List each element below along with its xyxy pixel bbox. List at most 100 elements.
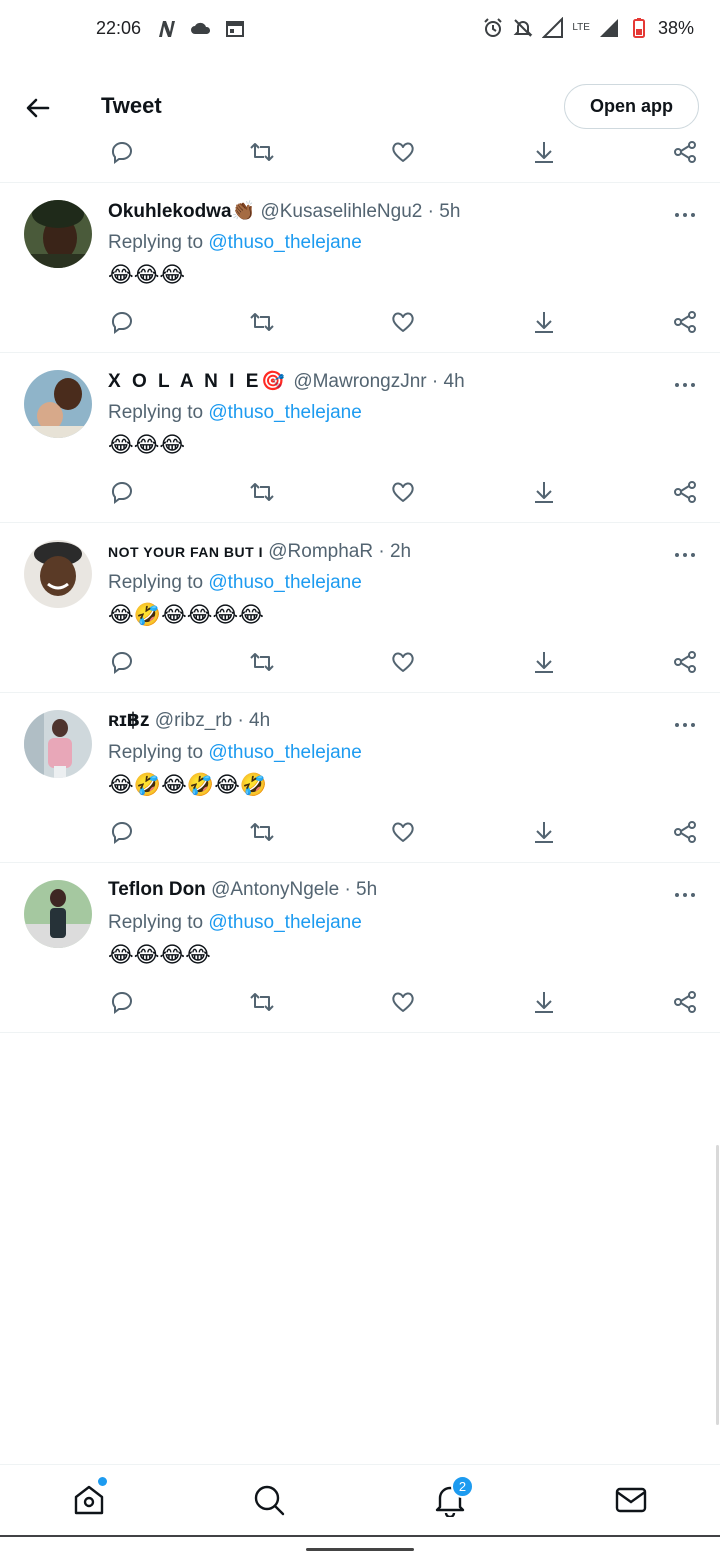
reply-tweet[interactable]: X O L A N I E🎯 @MawrongzJnr · 4h Replyin… (0, 352, 720, 522)
display-name[interactable]: NOT YOUR FAN BUT I (108, 544, 263, 560)
reply-icon[interactable] (108, 478, 136, 506)
mention-link[interactable]: @thuso_thelejane (208, 742, 361, 763)
user-handle[interactable]: @RomphaR (268, 541, 373, 562)
retweet-icon[interactable] (248, 988, 276, 1016)
retweet-icon[interactable] (248, 818, 276, 846)
user-handle[interactable]: @KusaselihleNgu2 (260, 201, 422, 222)
share-icon[interactable] (671, 818, 699, 846)
tweet-time: · 5h (427, 201, 461, 222)
replying-to: Replying to @thuso_thelejane (108, 232, 362, 253)
cloud-icon (190, 18, 212, 40)
battery-icon (628, 17, 650, 39)
tweet-text: 😂🤣😂😂😂😂 (108, 602, 264, 627)
search-icon[interactable] (252, 1483, 288, 1519)
calendar-icon (224, 18, 246, 40)
alarm-icon (482, 17, 504, 39)
share-icon[interactable] (671, 308, 699, 336)
more-options-icon[interactable] (672, 372, 698, 398)
user-handle[interactable]: @MawrongzJnr (293, 371, 426, 392)
like-icon[interactable] (389, 648, 417, 676)
replying-to: Replying to @thuso_thelejane (108, 912, 362, 933)
tweet-text: 😂😂😂 (108, 432, 186, 457)
like-icon[interactable] (389, 818, 417, 846)
battery-percent: 38% (657, 17, 694, 38)
reply-icon[interactable] (108, 648, 136, 676)
system-nav-divider (0, 1535, 720, 1537)
mail-icon[interactable] (614, 1483, 650, 1519)
notification-badge: 2 (451, 1475, 474, 1498)
avatar[interactable] (24, 370, 92, 438)
display-name[interactable]: Teflon Don (108, 879, 206, 900)
scrollbar[interactable] (716, 1145, 719, 1425)
tweet-actions-previous (108, 138, 698, 168)
display-name[interactable]: ʀɪ฿ᴢ (108, 710, 150, 731)
reply-tweet[interactable]: Teflon Don @AntonyNgele · 5h Replying to… (0, 862, 720, 1032)
tweet-time: · 4h (431, 371, 465, 392)
retweet-icon[interactable] (248, 648, 276, 676)
share-icon[interactable] (671, 138, 699, 166)
tweet-time: · 4h (237, 710, 271, 731)
more-options-icon[interactable] (672, 882, 698, 908)
like-icon[interactable] (389, 308, 417, 336)
replying-to: Replying to @thuso_thelejane (108, 572, 362, 593)
tweet-actions (108, 478, 698, 508)
reply-tweet[interactable]: ʀɪ฿ᴢ @ribz_rb · 4h Replying to @thuso_th… (0, 692, 720, 862)
mention-link[interactable]: @thuso_thelejane (208, 572, 361, 593)
reply-icon[interactable] (108, 138, 136, 166)
top-app-bar: Tweet Open app (0, 62, 720, 150)
like-icon[interactable] (389, 138, 417, 166)
replying-to: Replying to @thuso_thelejane (108, 402, 362, 423)
download-icon[interactable] (530, 478, 558, 506)
avatar[interactable] (24, 880, 92, 948)
share-icon[interactable] (671, 478, 699, 506)
download-icon[interactable] (530, 988, 558, 1016)
signal-icon (541, 16, 564, 39)
retweet-icon[interactable] (248, 308, 276, 336)
mention-link[interactable]: @thuso_thelejane (208, 912, 361, 933)
reply-icon[interactable] (108, 988, 136, 1016)
more-options-icon[interactable] (672, 712, 698, 738)
share-icon[interactable] (671, 648, 699, 676)
signal-icon-2 (598, 17, 620, 39)
share-icon[interactable] (671, 988, 699, 1016)
avatar[interactable] (24, 540, 92, 608)
more-options-icon[interactable] (672, 202, 698, 228)
display-name[interactable]: Okuhlekodwa👏🏾 (108, 201, 255, 222)
page-title: Tweet (101, 93, 162, 118)
gesture-handle[interactable] (306, 1548, 414, 1551)
display-name[interactable]: X O L A N I E🎯 (108, 371, 288, 392)
retweet-icon[interactable] (248, 478, 276, 506)
home-unread-dot (98, 1477, 107, 1486)
download-icon[interactable] (530, 308, 558, 336)
tweet-time: · 5h (344, 879, 378, 900)
back-arrow-icon[interactable] (22, 92, 54, 124)
like-icon[interactable] (389, 988, 417, 1016)
tweet-actions (108, 988, 698, 1018)
network-type: LTE (572, 22, 590, 33)
user-handle[interactable]: @ribz_rb (155, 710, 232, 731)
download-icon[interactable] (530, 648, 558, 676)
tweet-actions (108, 818, 698, 848)
tweet-time: · 2h (378, 541, 412, 562)
mention-link[interactable]: @thuso_thelejane (208, 232, 361, 253)
tweet-text: 😂😂😂😂 (108, 942, 211, 967)
reply-icon[interactable] (108, 818, 136, 846)
avatar[interactable] (24, 200, 92, 268)
tweet-text: 😂😂😂 (108, 262, 186, 287)
like-icon[interactable] (389, 478, 417, 506)
home-icon[interactable] (72, 1483, 108, 1519)
reply-tweet[interactable]: NOT YOUR FAN BUT I @RomphaR · 2h Replyin… (0, 522, 720, 692)
status-bar: 22:06 LTE 38% (0, 0, 720, 60)
tweet-actions (108, 308, 698, 338)
download-icon[interactable] (530, 818, 558, 846)
more-options-icon[interactable] (672, 542, 698, 568)
mention-link[interactable]: @thuso_thelejane (208, 402, 361, 423)
download-icon[interactable] (530, 138, 558, 166)
open-app-button[interactable]: Open app (564, 84, 699, 129)
reply-tweet[interactable]: Okuhlekodwa👏🏾 @KusaselihleNgu2 · 5h Repl… (0, 182, 720, 352)
retweet-icon[interactable] (248, 138, 276, 166)
user-handle[interactable]: @AntonyNgele (211, 879, 339, 900)
tweet-text: 😂🤣😂🤣😂🤣 (108, 772, 268, 797)
reply-icon[interactable] (108, 308, 136, 336)
avatar[interactable] (24, 710, 92, 778)
